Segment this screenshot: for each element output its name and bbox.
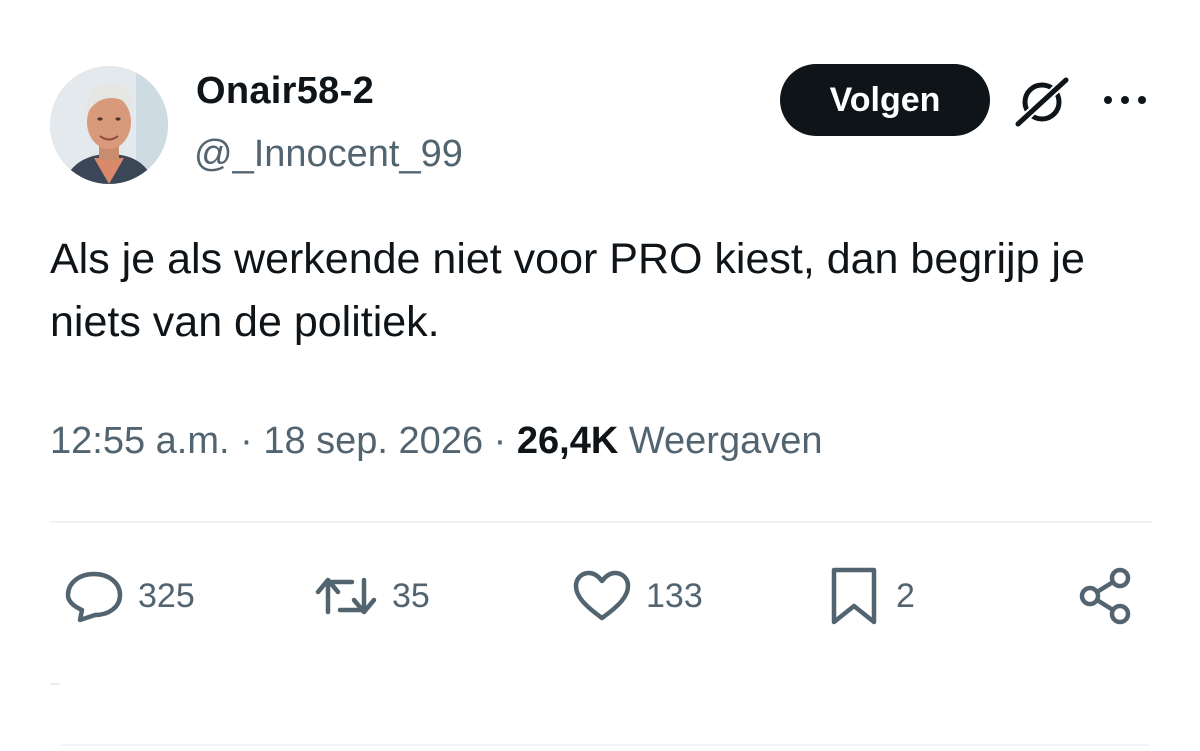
tweet-date[interactable]: 18 sep. 2026 <box>263 420 483 462</box>
divider <box>50 521 1152 523</box>
bookmark-button[interactable]: 2 <box>826 567 915 625</box>
repost-button[interactable]: 35 <box>314 568 430 624</box>
reply-icon <box>65 571 123 623</box>
tweet-text: Als je als werkende niet voor PRO kiest,… <box>50 235 1085 346</box>
avatar[interactable] <box>50 66 168 184</box>
grok-slash-icon[interactable] <box>1012 74 1072 128</box>
display-name[interactable]: Onair58-2 <box>196 70 374 113</box>
more-dots-icon[interactable] <box>1100 88 1150 112</box>
avatar-photo <box>50 66 168 184</box>
tweet-meta: 12:55 a.m. · 18 sep. 2026 · 26,4K Weerga… <box>50 420 822 463</box>
meta-separator: · <box>483 420 517 462</box>
share-icon <box>1079 567 1131 625</box>
bookmark-icon <box>831 567 877 625</box>
reply-button[interactable]: 325 <box>64 568 195 624</box>
bookmark-count: 2 <box>896 576 915 615</box>
repost-icon <box>315 577 377 615</box>
repost-count: 35 <box>392 576 430 615</box>
like-count: 133 <box>646 576 703 615</box>
views-count: 26,4K <box>516 420 619 462</box>
reply-count: 325 <box>138 576 195 615</box>
divider <box>60 744 1150 746</box>
views-label: Weergaven <box>628 420 823 462</box>
follow-button[interactable]: Volgen <box>780 64 990 136</box>
user-handle[interactable]: @_Innocent_99 <box>194 133 463 176</box>
share-button[interactable] <box>1076 567 1136 625</box>
like-button[interactable]: 133 <box>572 568 703 624</box>
meta-separator: · <box>229 420 264 462</box>
divider <box>50 683 60 685</box>
tweet-time[interactable]: 12:55 a.m. <box>50 420 230 462</box>
heart-icon <box>573 570 631 621</box>
